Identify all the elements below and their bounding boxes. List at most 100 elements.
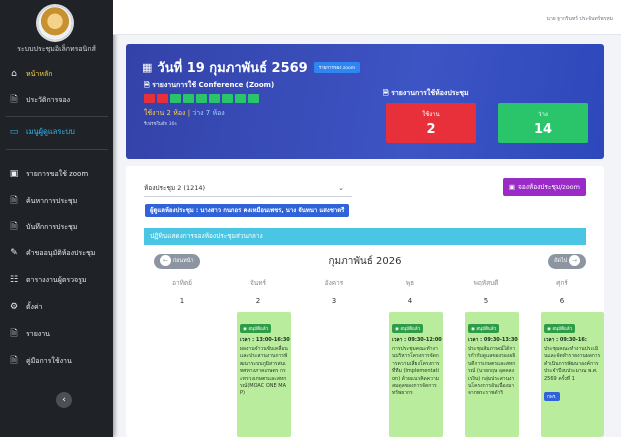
document-icon: 🗎 [10,95,18,105]
calendar-event[interactable]: ◉ อนุมัติแล้ว เวลา : 13:00-16:30 ผลงานจำ… [237,312,291,437]
pencil-icon: ✎ [10,248,18,258]
weekday-label: อาทิตย์ [172,279,192,287]
weekday-row: อาทิตย์ จันทร์ อังคาร พุธ พฤหัสบดี ศุกร์ [144,278,604,288]
next-month-button[interactable]: ถัดไป → [548,254,586,269]
room-status-indicators [144,94,259,103]
room-select-value: ห้องประชุม 2 (1214) [144,184,206,192]
event-title: การประชุมคณะทำงานบริหารโครงการจัดการความ… [392,346,440,397]
sidebar-item-search-meetings[interactable]: 🗎 ค้นหาการประชุม [8,193,108,209]
department-tag: กพร. [544,392,560,402]
calendar-event[interactable]: ◉ อนุมัติแล้ว เวลา : 09:30-12:00 การประช… [389,312,443,437]
sidebar-item-label: บันทึกการประชุม [26,222,78,231]
day-number[interactable]: 5 [448,297,524,305]
room-free-indicator [222,94,233,103]
home-icon: ⌂ [11,69,17,79]
chevron-down-icon: ⌄ [338,184,344,192]
book-room-button[interactable]: ▣ จองห้องประชุม/zoom [502,178,586,196]
room-admins-label: ผู้ดูแลห้องประชุม : นางสาว กนกอร คงเหมือ… [145,204,350,217]
room-free-indicator [248,94,259,103]
sidebar-item-label: รายการขอใช้ zoom [26,169,89,178]
day-number[interactable]: 3 [296,297,372,305]
sidebar-item-label: ตารางงานผู้ตรวจรูม [26,275,87,284]
event-title: ผลงานจำวนขับเคลื่อนและประสานงานการพัฒนาร… [240,346,288,397]
rooms-available-card: ว่าง 14 [498,103,588,143]
sidebar-section-admin[interactable]: ▭ เมนูผู้ดูแลระบบ [8,124,108,140]
collapse-sidebar-button[interactable]: ‹ [56,392,72,408]
room-usage-summary: ใช้งาน 2 ห้อง | ว่าง 7 ห้อง [144,109,225,117]
sidebar-item-label: คู่มือการใช้งาน [26,356,72,365]
day-number[interactable]: 1 [144,297,220,305]
day-number[interactable]: 2 [220,297,296,305]
calendar-icon: ▦ [142,61,153,74]
event-time: เวลา : 13:00-16:30 [240,337,290,343]
room-usage-report-title: 🗎 รายงานการใช้ห้องประชุม [383,89,469,97]
sidebar-item-reports[interactable]: 🗎 รายงาน [8,326,108,342]
divider [6,116,108,117]
app-window: ระบบประชุมอิเล็กทรอนิกส์ ⌂ หน้าหลัก 🗎 ปร… [0,0,621,437]
document-icon: 🗎 [144,81,153,89]
sidebar-item-label: ตั้งค่า [26,302,43,311]
day-number[interactable]: 6 [524,297,600,305]
sidebar-item-label: คำขออนุมัติห้องประชุม [26,248,96,257]
room-busy-indicator [144,94,155,103]
arrow-right-icon: → [569,255,580,266]
zoom-bookings-button[interactable]: รายการจอง zoom [313,62,361,73]
date-title: ▦ วันที่ 19 กุมภาพันธ์ 2569 รายการจอง zo… [142,57,361,78]
refresh-note: รีเฟรชในอีก 30s [144,122,177,127]
sidebar-item-label: ประวัติการจอง [26,95,71,104]
approved-badge: ◉ อนุมัติแล้ว [392,324,424,333]
next-label: ถัดไป [554,258,568,264]
calendar-event[interactable]: ◉ อนุมัติแล้ว เวลา : 09:30-16: ประชุมคณะ… [541,312,604,437]
sidebar-item-home[interactable]: ⌂ หน้าหลัก [8,66,108,82]
rooms-free-text: ว่าง 7 ห้อง [192,109,225,117]
dashboard-banner: ▦ วันที่ 19 กุมภาพันธ์ 2569 รายการจอง zo… [126,44,604,159]
weekday-label: พุธ [405,279,415,287]
organization-logo [38,6,72,40]
user-name[interactable]: นาย ฐากรินทร์ ประจันทร์พรหม [547,15,613,23]
sidebar-item-zoom-requests[interactable]: ▣ รายการขอใช้ zoom [8,166,108,182]
day-number[interactable]: 4 [372,297,448,305]
room-free-indicator [183,94,194,103]
stat-value: 14 [533,122,553,137]
stat-label: ว่าง [538,111,548,118]
gear-icon: ⚙ [9,302,19,312]
room-select[interactable]: ห้องประชุม 2 (1214) ⌄ [144,180,352,197]
conference-report-title: 🗎 รายงานการใช้ Conference (Zoom) [144,81,275,89]
room-free-indicator [196,94,207,103]
sidebar-item-booking-history[interactable]: 🗎 ประวัติการจอง [8,92,108,108]
date-text: วันที่ 19 กุมภาพันธ์ 2569 [157,61,308,76]
approved-badge: ◉ อนุมัติแล้ว [240,324,272,333]
sidebar-item-settings[interactable]: ⚙ ตั้งค่า [8,299,108,315]
calendar-event[interactable]: ◉ อนุมัติแล้ว เวลา : 09:30-13:30 ประชุมส… [465,312,519,437]
approved-badge: ◉ อนุมัติแล้ว [544,324,576,333]
event-time: เวลา : 09:30-12:00 [392,337,442,343]
sidebar-item-inspector-schedule[interactable]: ☷ ตารางงานผู้ตรวจรูม [8,272,108,288]
manual-icon: 🗎 [10,356,18,366]
calendar-header: ปฏิทินแสดงการจองห้องประชุมส่วนกลาง [144,228,586,245]
system-title: ระบบประชุมอิเล็กทรอนิกส์ [17,45,96,53]
document-icon: 🗎 [383,89,392,97]
report-icon: 🗎 [10,329,18,339]
monitor-icon: ▣ [9,169,19,179]
rooms-used-text: ใช้งาน 2 ห้อง [144,109,186,117]
sidebar-item-meeting-notes[interactable]: 🗎 บันทึกการประชุม [8,219,108,235]
event-time: เวลา : 09:30-16: [544,337,587,343]
weekday-label: ศุกร์ [556,279,568,287]
weekday-label: พฤหัสบดี [473,279,499,287]
event-title: ประชุมสัมภาษณ์ได้การกำกับดูแลของรองอธิบด… [468,346,516,397]
search-document-icon: 🗎 [10,196,18,206]
room-free-indicator [235,94,246,103]
weekday-label: อังคาร [324,279,344,287]
room-busy-indicator [157,94,168,103]
sidebar-item-label: หน้าหลัก [26,69,53,78]
month-title: กุมภาพันธ์ 2026 [328,256,402,267]
sidebar-item-label: เมนูผู้ดูแลระบบ [26,127,75,136]
stat-value: 2 [426,122,436,137]
sidebar: ระบบประชุมอิเล็กทรอนิกส์ ⌂ หน้าหลัก 🗎 ปร… [0,0,113,437]
sidebar-item-manual[interactable]: 🗎 คู่มือการใช้งาน [8,353,108,369]
rooms-in-use-card: ใช้งาน 2 [386,103,476,143]
chevron-left-icon: ‹ [62,395,66,405]
sidebar-item-label: รายงาน [26,329,50,338]
sidebar-item-approval-requests[interactable]: ✎ คำขออนุมัติห้องประชุม [8,245,108,261]
divider [6,149,108,150]
